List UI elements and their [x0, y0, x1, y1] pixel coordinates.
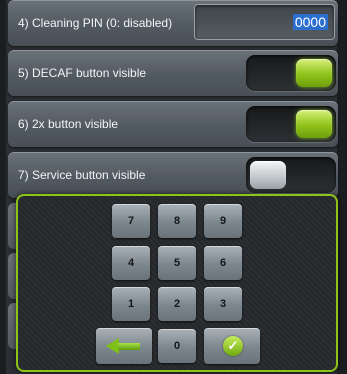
- cleaning-pin-input[interactable]: 0000: [194, 4, 335, 40]
- backspace-button[interactable]: [96, 328, 152, 364]
- setting-row-cleaning-pin: 4) Cleaning PIN (0: disabled) 0000: [8, 0, 338, 46]
- service-visible-toggle[interactable]: [246, 157, 336, 193]
- numeric-keypad: 7 8 9 4 5 6 1 2 3 0 ✓: [16, 194, 338, 372]
- toggle-knob-on: [296, 110, 332, 138]
- key-6[interactable]: 6: [204, 246, 242, 280]
- toggle-knob-off: [250, 161, 286, 189]
- key-5[interactable]: 5: [158, 246, 196, 280]
- cleaning-pin-value: 0000: [292, 14, 328, 30]
- setting-label-service-visible: 7) Service button visible: [18, 168, 146, 182]
- setting-label-decaf-visible: 5) DECAF button visible: [18, 66, 147, 80]
- key-8[interactable]: 8: [158, 204, 196, 238]
- key-0[interactable]: 0: [158, 329, 196, 363]
- setting-row-service-visible: 7) Service button visible: [8, 152, 338, 198]
- key-1[interactable]: 1: [112, 287, 150, 321]
- 2x-visible-toggle[interactable]: [246, 106, 336, 142]
- window-frame-left: [0, 0, 6, 374]
- setting-row-decaf-visible: 5) DECAF button visible: [8, 50, 338, 96]
- setting-label-cleaning-pin: 4) Cleaning PIN (0: disabled): [18, 16, 173, 30]
- key-2[interactable]: 2: [158, 287, 196, 321]
- window-frame-right: [337, 0, 347, 374]
- checkmark-icon: ✓: [223, 336, 243, 356]
- key-9[interactable]: 9: [204, 204, 242, 238]
- key-7[interactable]: 7: [112, 204, 150, 238]
- toggle-knob-on: [296, 59, 332, 87]
- setting-row-2x-visible: 6) 2x button visible: [8, 101, 338, 147]
- key-4[interactable]: 4: [112, 246, 150, 280]
- setting-label-2x-visible: 6) 2x button visible: [18, 117, 119, 131]
- key-3[interactable]: 3: [204, 287, 242, 321]
- confirm-button[interactable]: ✓: [204, 328, 260, 364]
- decaf-visible-toggle[interactable]: [246, 55, 336, 91]
